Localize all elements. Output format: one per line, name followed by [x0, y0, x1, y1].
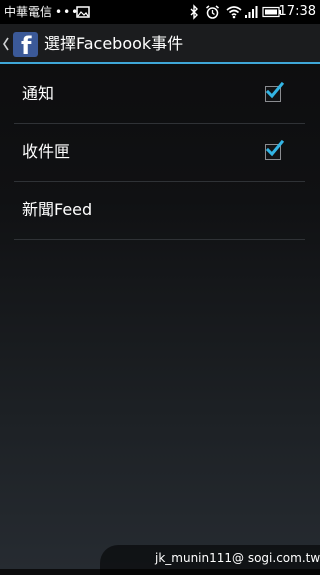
signal-icon: [245, 6, 258, 18]
bluetooth-icon: [190, 4, 198, 20]
image-icon: [76, 6, 90, 18]
notifications-checkbox[interactable]: [265, 81, 285, 102]
watermark: jk_munin111@ sogi.com.tw: [100, 545, 320, 575]
list-item-label: 新聞Feed: [22, 200, 93, 219]
carrier-name: 中華電信: [4, 5, 53, 19]
facebook-icon[interactable]: f: [13, 32, 38, 57]
watermark-text: jk_munin111@ sogi.com.tw: [155, 551, 320, 565]
checkmark-icon: [265, 81, 285, 99]
list-item-label: 收件匣: [22, 142, 71, 161]
status-clock: 17:38: [278, 4, 316, 19]
status-bar: 中華電信 ••• 17:38: [0, 0, 320, 24]
checkmark-icon: [265, 139, 285, 157]
list-item-inbox[interactable]: 收件匣: [14, 124, 305, 182]
inbox-checkbox[interactable]: [265, 139, 285, 160]
alarm-icon: [206, 5, 219, 19]
up-caret-icon[interactable]: [2, 34, 10, 54]
wifi-icon: [226, 6, 242, 19]
list-item-notifications[interactable]: 通知: [14, 66, 305, 124]
event-list: 通知 收件匣 新聞Feed: [14, 66, 305, 240]
facebook-logo-glyph: f: [21, 32, 32, 57]
list-item-news-feed[interactable]: 新聞Feed: [14, 182, 305, 240]
list-item-label: 通知: [22, 84, 55, 103]
page-title: 選擇Facebook事件: [44, 34, 184, 53]
